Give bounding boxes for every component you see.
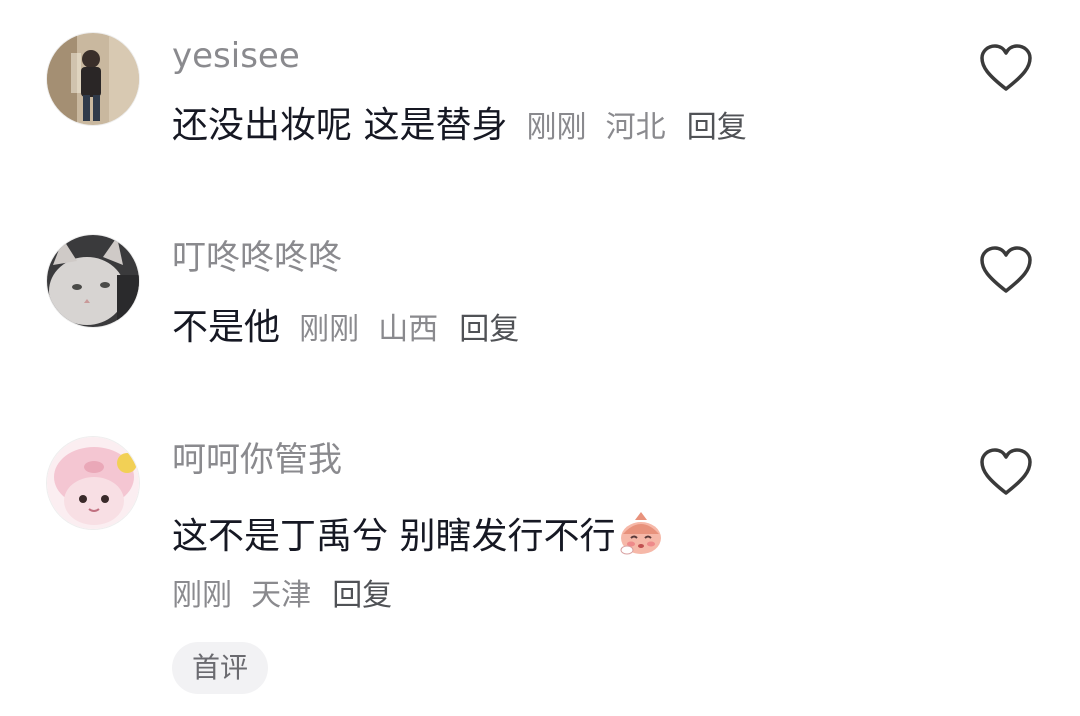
like-button[interactable] <box>978 446 1034 498</box>
username[interactable]: 呵呵你管我 <box>172 440 342 480</box>
avatar[interactable] <box>46 234 140 328</box>
comment-text: 这不是丁禹兮 别瞎发行不行 <box>172 516 616 557</box>
comment-line: 还没出妆呢 这是替身 刚刚 河北 回复 <box>172 104 747 154</box>
comment-line: 这不是丁禹兮 别瞎发行不行 <box>172 508 665 565</box>
heart-outline-icon <box>980 44 1032 91</box>
comment-text: 还没出妆呢 这是替身 <box>172 105 508 146</box>
first-comment-badge: 首评 <box>172 642 269 694</box>
username[interactable]: yesisee <box>172 36 300 76</box>
comment-line: 不是他 刚刚 山西 回复 <box>172 306 519 356</box>
comment-location: 天津 <box>251 578 312 613</box>
reply-button[interactable]: 回复 <box>687 110 747 145</box>
reply-button[interactable]: 回复 <box>459 312 519 347</box>
comment-location: 河北 <box>605 110 666 145</box>
comment-location: 山西 <box>378 312 439 347</box>
comment-feed: yesisee 还没出妆呢 这是替身 刚刚 河北 回复 叮咚咚咚咚 不是他 刚刚… <box>0 0 1080 716</box>
blushing-face-emoji <box>620 512 662 555</box>
comment-text: 不是他 <box>172 307 281 348</box>
comment-time: 刚刚 <box>526 110 587 145</box>
heart-outline-icon <box>980 448 1032 495</box>
comment-time: 刚刚 <box>299 312 360 347</box>
like-button[interactable] <box>978 244 1034 296</box>
heart-outline-icon <box>980 246 1032 293</box>
reply-button[interactable]: 回复 <box>332 578 392 613</box>
comment-time: 刚刚 <box>172 578 232 613</box>
avatar[interactable] <box>46 32 140 126</box>
like-button[interactable] <box>978 42 1034 94</box>
comment-meta-line: 刚刚 天津 回复 <box>172 574 392 622</box>
username[interactable]: 叮咚咚咚咚 <box>172 238 342 278</box>
avatar[interactable] <box>46 436 140 530</box>
